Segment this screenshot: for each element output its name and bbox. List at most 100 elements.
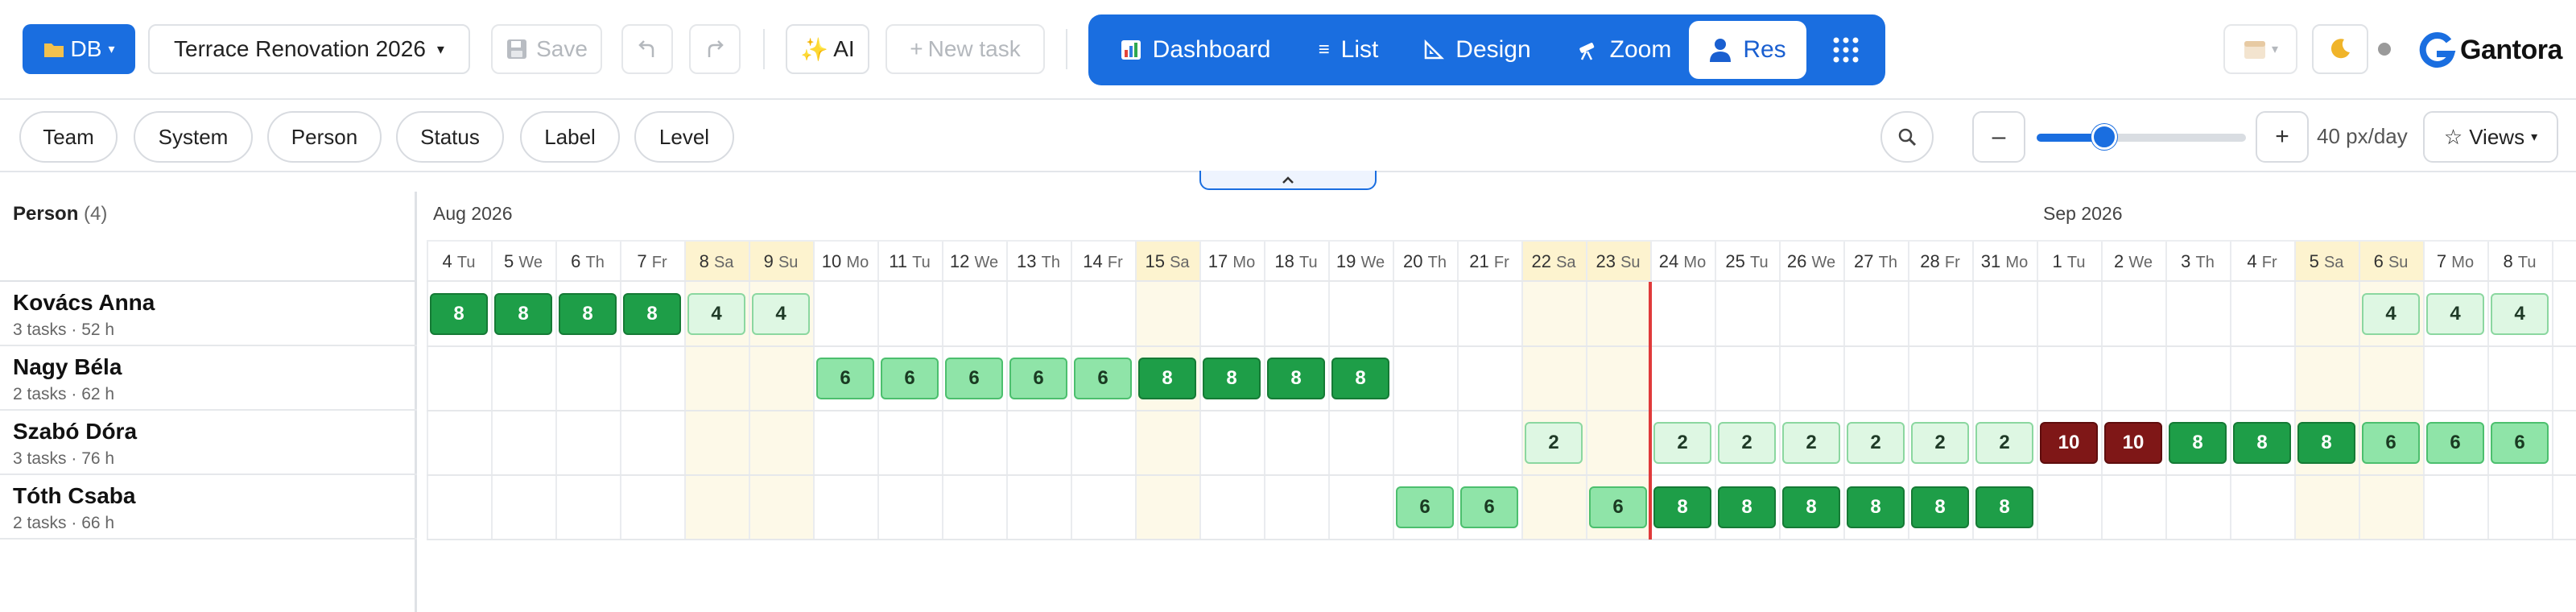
zoom-slider-thumb[interactable]: [2091, 124, 2118, 150]
allocation-cell[interactable]: 8: [1138, 358, 1196, 399]
allocation-cell[interactable]: 8: [1718, 486, 1776, 528]
allocation-cell[interactable]: 4: [752, 293, 810, 335]
zoom-slider[interactable]: [2037, 124, 2246, 150]
allocation-cell[interactable]: 4: [2426, 293, 2484, 335]
day-header[interactable]: 4 Fr: [2230, 251, 2294, 275]
filter-team[interactable]: Team: [19, 111, 118, 163]
day-header[interactable]: 5 Sa: [2294, 251, 2359, 275]
ai-button[interactable]: ✨ AI: [786, 24, 869, 74]
tab-more-apps[interactable]: [1816, 21, 1876, 79]
person-row[interactable]: Kovács Anna 3 tasks · 52 h: [0, 282, 417, 346]
day-header[interactable]: 14 Fr: [1071, 251, 1135, 275]
allocation-cell[interactable]: 8: [1782, 486, 1840, 528]
search-button[interactable]: [1880, 111, 1934, 163]
allocation-cell[interactable]: 6: [945, 358, 1003, 399]
tab-list[interactable]: ≡ List: [1296, 21, 1401, 79]
person-row[interactable]: Tóth Csaba 2 tasks · 66 h: [0, 475, 417, 540]
day-header[interactable]: 22 Sa: [1521, 251, 1586, 275]
filter-level[interactable]: Level: [634, 111, 734, 163]
undo-button[interactable]: [621, 24, 673, 74]
filter-status[interactable]: Status: [396, 111, 504, 163]
allocation-cell[interactable]: 6: [1074, 358, 1132, 399]
day-header[interactable]: 12 We: [942, 251, 1006, 275]
allocation-cell[interactable]: 8: [1975, 486, 2033, 528]
views-button[interactable]: ☆ Views ▾: [2423, 111, 2558, 163]
allocation-cell[interactable]: 2: [1653, 422, 1711, 464]
allocation-cell[interactable]: 8: [1331, 358, 1389, 399]
allocation-cell[interactable]: 8: [1847, 486, 1905, 528]
allocation-cell[interactable]: 4: [687, 293, 745, 335]
day-header[interactable]: 13 Th: [1006, 251, 1071, 275]
allocation-cell[interactable]: 2: [1782, 422, 1840, 464]
tab-res[interactable]: Res: [1689, 21, 1806, 79]
day-header[interactable]: 28 Fr: [1908, 251, 1972, 275]
zoom-in-button[interactable]: +: [2256, 111, 2309, 163]
tab-dashboard[interactable]: Dashboard: [1103, 21, 1288, 79]
zoom-out-button[interactable]: –: [1972, 111, 2025, 163]
day-header[interactable]: 9 Su: [749, 251, 813, 275]
day-header[interactable]: 19 We: [1328, 251, 1393, 275]
day-header[interactable]: 10 Mo: [813, 251, 877, 275]
day-header[interactable]: 8 Sa: [684, 251, 749, 275]
day-header[interactable]: 5 We: [491, 251, 555, 275]
project-select[interactable]: Terrace Renovation 2026 ▾: [148, 24, 470, 74]
tab-design[interactable]: Design: [1409, 21, 1546, 79]
allocation-cell[interactable]: 6: [1589, 486, 1647, 528]
redo-button[interactable]: [689, 24, 741, 74]
save-button[interactable]: Save: [491, 24, 602, 74]
allocation-cell[interactable]: 8: [1653, 486, 1711, 528]
day-header[interactable]: 6 Th: [555, 251, 620, 275]
person-column-header[interactable]: Person (4): [0, 192, 417, 282]
filter-person[interactable]: Person: [267, 111, 382, 163]
allocation-cell[interactable]: 2: [1718, 422, 1776, 464]
allocation-cell[interactable]: 10: [2040, 422, 2098, 464]
allocation-cell[interactable]: 8: [2233, 422, 2291, 464]
allocation-cell[interactable]: 8: [430, 293, 488, 335]
day-header[interactable]: 26 We: [1779, 251, 1843, 275]
new-task-button[interactable]: + New task: [886, 24, 1045, 74]
allocation-cell[interactable]: 6: [1396, 486, 1454, 528]
day-header[interactable]: 25 Tu: [1715, 251, 1779, 275]
day-header[interactable]: 24 Mo: [1650, 251, 1715, 275]
day-header[interactable]: 27 Th: [1843, 251, 1908, 275]
dark-mode-toggle[interactable]: [2312, 24, 2368, 74]
allocation-cell[interactable]: 2: [1525, 422, 1583, 464]
day-header[interactable]: 3 Th: [2165, 251, 2230, 275]
day-header[interactable]: 20 Th: [1393, 251, 1457, 275]
allocation-cell[interactable]: 8: [2297, 422, 2355, 464]
filter-system[interactable]: System: [134, 111, 253, 163]
day-header[interactable]: 21 Fr: [1457, 251, 1521, 275]
day-header[interactable]: 1 Tu: [2037, 251, 2101, 275]
day-header[interactable]: 7 Fr: [620, 251, 684, 275]
day-header[interactable]: 15 Sa: [1135, 251, 1199, 275]
allocation-cell[interactable]: 4: [2491, 293, 2549, 335]
day-header[interactable]: 17 Mo: [1199, 251, 1264, 275]
day-header[interactable]: 4 Tu: [427, 251, 491, 275]
allocation-cell[interactable]: 6: [2491, 422, 2549, 464]
allocation-cell[interactable]: 8: [494, 293, 552, 335]
allocation-cell[interactable]: 8: [559, 293, 617, 335]
day-header[interactable]: 31 Mo: [1972, 251, 2037, 275]
day-header[interactable]: 7 Mo: [2423, 251, 2487, 275]
day-header[interactable]: 9: [2552, 251, 2576, 275]
allocation-cell[interactable]: 6: [1009, 358, 1067, 399]
allocation-cell[interactable]: 6: [816, 358, 874, 399]
collapse-toggle[interactable]: [1199, 171, 1377, 190]
db-button[interactable]: DB ▾: [23, 24, 135, 74]
day-header[interactable]: 2 We: [2101, 251, 2165, 275]
brand-logo[interactable]: Gantora: [2417, 27, 2562, 72]
calendar-button[interactable]: ▾: [2223, 24, 2297, 74]
allocation-cell[interactable]: 6: [2362, 422, 2420, 464]
day-header[interactable]: 8 Tu: [2487, 251, 2552, 275]
allocation-cell[interactable]: 6: [2426, 422, 2484, 464]
tab-zoom[interactable]: Zoom: [1555, 21, 1692, 79]
allocation-cell[interactable]: 10: [2104, 422, 2162, 464]
allocation-cell[interactable]: 6: [1460, 486, 1518, 528]
allocation-cell[interactable]: 6: [881, 358, 939, 399]
allocation-cell[interactable]: 8: [2169, 422, 2227, 464]
allocation-cell[interactable]: 8: [1203, 358, 1261, 399]
day-header[interactable]: 6 Su: [2359, 251, 2423, 275]
allocation-cell[interactable]: 4: [2362, 293, 2420, 335]
day-header[interactable]: 18 Tu: [1264, 251, 1328, 275]
allocation-cell[interactable]: 8: [1911, 486, 1969, 528]
